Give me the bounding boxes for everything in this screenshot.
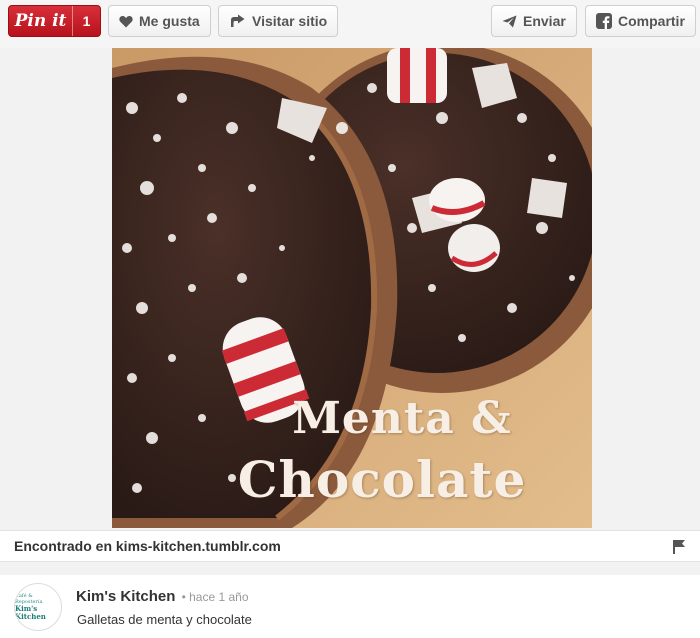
pin-count: 1 [72,6,100,36]
pin-it-label: Pin it [14,11,67,31]
avatar-logo-text: Kim's Kitchen [15,604,46,621]
share-button[interactable]: Compartir [585,5,696,37]
pin-it-button[interactable]: Pin it 1 [8,5,101,37]
toolbar: Pin it 1 Me gusta Visitar sitio Enviar C… [0,0,700,48]
like-label: Me gusta [139,13,200,29]
overlay-title-line1: Menta & [292,393,512,444]
source-bar: Encontrado en kims-kitchen.tumblr.com [0,530,700,562]
peppermint-candy [387,48,447,103]
pin-image[interactable]: Menta & Chocolate [112,48,592,528]
like-button[interactable]: Me gusta [108,5,211,37]
flag-icon[interactable] [673,540,685,559]
external-link-icon [229,14,246,29]
share-label: Compartir [618,13,685,29]
source-link[interactable]: Encontrado en kims-kitchen.tumblr.com [14,538,281,554]
send-button[interactable]: Enviar [491,5,577,37]
pin-description: Galletas de menta y chocolate [77,612,252,627]
heart-icon [119,15,133,28]
facebook-icon [596,13,612,29]
paper-plane-icon [502,15,517,28]
visit-site-button[interactable]: Visitar sitio [218,5,339,37]
avatar[interactable]: Café & Repostería Kim's Kitchen [14,583,62,631]
visit-site-label: Visitar sitio [252,13,328,29]
pinner-name[interactable]: Kim's Kitchen [76,588,175,605]
send-label: Enviar [523,13,566,29]
overlay-title-line2: Chocolate [237,450,527,509]
pinner-name-row: Kim's Kitchen • hace 1 año [76,588,249,605]
pinner-info: Café & Repostería Kim's Kitchen Kim's Ki… [0,575,700,638]
image-strip: Menta & Chocolate [0,48,700,528]
pin-timestamp: • hace 1 año [181,590,249,604]
